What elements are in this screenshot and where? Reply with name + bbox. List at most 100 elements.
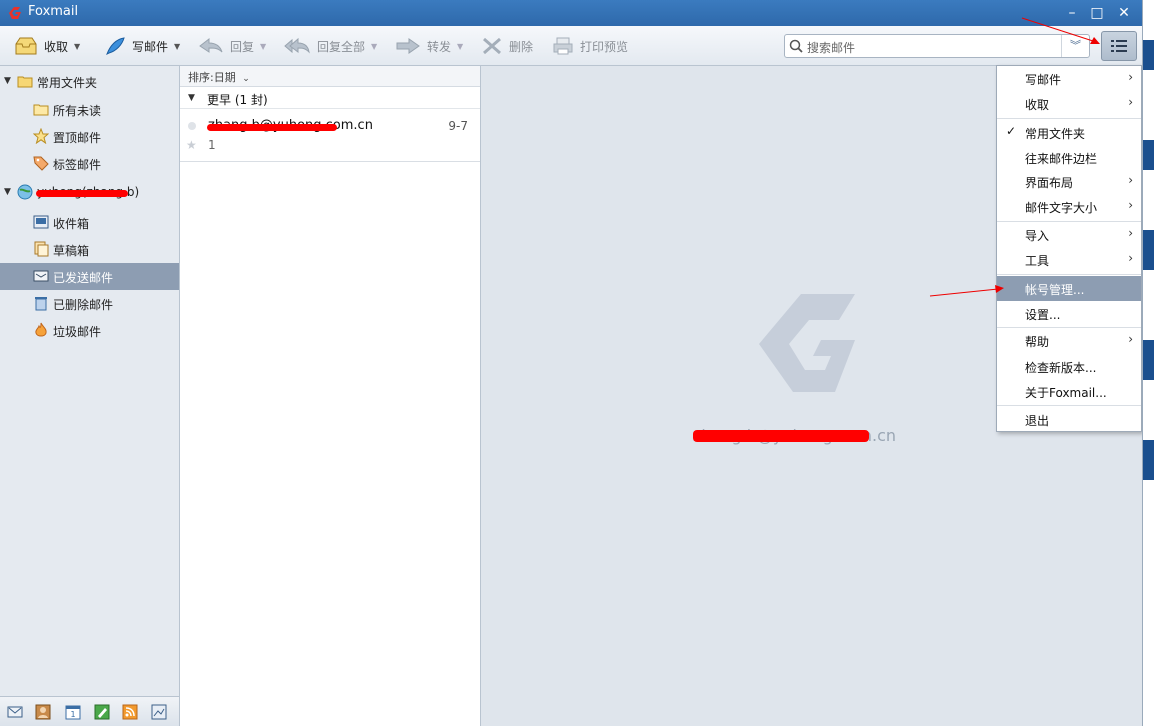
menu-item-account-management[interactable]: 帐号管理... xyxy=(997,276,1141,301)
star-icon[interactable]: ★ xyxy=(186,138,197,152)
folder-deleted[interactable]: 已删除邮件 xyxy=(0,290,179,317)
mail-list-pane: 排序:日期 ⌄ ▼ 更早 (1 封) zhang.b@yuhong.com.cn… xyxy=(180,66,481,726)
chevron-right-icon: › xyxy=(1128,70,1133,84)
notes-icon[interactable] xyxy=(94,704,110,720)
menu-item-help[interactable]: 帮助 › xyxy=(997,328,1141,353)
reply-button[interactable]: 回复 ▼ xyxy=(198,26,266,66)
compose-button[interactable]: 写邮件 ▼ xyxy=(104,26,180,66)
collapse-arrow-icon[interactable]: ▼ xyxy=(188,93,195,103)
window-title: Foxmail xyxy=(28,4,79,19)
menu-divider xyxy=(997,118,1141,119)
trash-icon xyxy=(35,297,47,311)
receive-label: 收取 xyxy=(44,39,69,54)
reply-arrow-icon xyxy=(199,37,223,53)
compose-label: 写邮件 xyxy=(132,39,169,54)
menu-item-common-folders[interactable]: ✓ 常用文件夹 xyxy=(997,120,1141,145)
folder-pinned[interactable]: 置顶邮件 xyxy=(0,123,179,150)
close-button[interactable]: ✕ xyxy=(1114,3,1134,23)
menu-item-check-update[interactable]: 检查新版本... xyxy=(997,354,1141,379)
menu-item-import[interactable]: 导入 › xyxy=(997,222,1141,247)
folder-sent[interactable]: 已发送邮件 xyxy=(0,263,179,290)
menu-item-compose[interactable]: 写邮件 › xyxy=(997,66,1141,91)
delete-x-icon xyxy=(483,37,501,55)
module-switcher-bar: 1 xyxy=(0,696,179,726)
search-options-chevron-icon[interactable]: ︾ xyxy=(1061,35,1089,57)
reply-all-arrow-icon xyxy=(284,37,310,54)
chevron-down-icon[interactable]: ▼ xyxy=(457,42,463,51)
forward-label: 转发 xyxy=(427,39,452,54)
chevron-right-icon: › xyxy=(1128,226,1133,240)
sort-selector[interactable]: 排序:日期 ⌄ xyxy=(180,66,480,87)
mail-date: 9-7 xyxy=(448,119,468,133)
expand-arrow-icon[interactable]: ▼ xyxy=(4,76,11,86)
menu-item-text-size[interactable]: 邮件文字大小 › xyxy=(997,194,1141,219)
folder-tagged[interactable]: 标签邮件 xyxy=(0,150,179,177)
folder-label: 置顶邮件 xyxy=(53,131,102,145)
menu-item-label: 收取 xyxy=(1025,98,1050,112)
mail-module-icon[interactable] xyxy=(7,704,23,720)
list-menu-icon xyxy=(1111,40,1127,52)
mail-item[interactable]: zhang.b@yuhong.com.cn 9-7 ★ 1 xyxy=(180,110,480,162)
menu-item-about[interactable]: 关于Foxmail... xyxy=(997,379,1141,404)
search-input[interactable]: 搜索邮件 xyxy=(807,39,855,56)
folder-all-unread[interactable]: 所有未读 xyxy=(0,96,179,123)
redaction-scribble xyxy=(693,430,869,442)
unread-dot-icon[interactable] xyxy=(188,122,196,130)
folder-pane: ▼ 常用文件夹 所有未读 置顶邮件 标签邮件 ▼ yuhong(zhang.b)… xyxy=(0,66,180,726)
menu-item-exit[interactable]: 退出 xyxy=(997,407,1141,432)
menu-item-label: 写邮件 xyxy=(1025,73,1062,87)
folder-icon xyxy=(17,76,33,88)
chevron-down-icon[interactable]: ▼ xyxy=(371,42,377,51)
search-box[interactable]: 搜索邮件 ︾ xyxy=(784,34,1090,58)
rss-icon[interactable] xyxy=(122,704,138,720)
redaction-scribble xyxy=(207,124,337,131)
folder-drafts[interactable]: 草稿箱 xyxy=(0,236,179,263)
menu-item-settings[interactable]: 设置... xyxy=(997,301,1141,326)
receive-button[interactable]: 收取 ▼ xyxy=(14,26,80,66)
expand-arrow-icon[interactable]: ▼ xyxy=(4,187,11,197)
folder-label: 标签邮件 xyxy=(53,158,102,172)
calendar-icon[interactable]: 1 xyxy=(65,704,81,720)
inbox-tray-icon xyxy=(15,37,37,55)
star-icon xyxy=(33,128,49,144)
account-row[interactable]: ▼ yuhong(zhang.b) xyxy=(0,179,179,206)
print-preview-button[interactable]: 打印预览 xyxy=(552,26,628,66)
minimize-button[interactable]: – xyxy=(1062,3,1082,23)
folder-label: 草稿箱 xyxy=(53,244,90,258)
menu-item-label: 界面布局 xyxy=(1025,176,1074,190)
folder-group-label: 常用文件夹 xyxy=(37,76,98,90)
folder-group-common[interactable]: ▼ 常用文件夹 xyxy=(0,68,179,95)
forward-button[interactable]: 转发 ▼ xyxy=(395,26,463,66)
folder-inbox[interactable]: 收件箱 xyxy=(0,209,179,236)
chevron-right-icon: › xyxy=(1128,332,1133,346)
main-menu-button[interactable] xyxy=(1101,31,1137,61)
reply-all-button[interactable]: 回复全部 ▼ xyxy=(283,26,377,66)
chevron-right-icon: › xyxy=(1128,198,1133,212)
folder-junk[interactable]: 垃圾邮件 xyxy=(0,317,179,344)
chevron-down-icon[interactable]: ▼ xyxy=(74,42,80,51)
chevron-down-icon[interactable]: ▼ xyxy=(174,42,180,51)
tag-icon xyxy=(33,156,49,171)
menu-item-tools[interactable]: 工具 › xyxy=(997,247,1141,272)
menu-item-contacts-sidebar[interactable]: 往来邮件边栏 xyxy=(997,145,1141,170)
chevron-right-icon: › xyxy=(1128,173,1133,187)
chevron-right-icon: › xyxy=(1128,251,1133,265)
menu-item-receive[interactable]: 收取 › xyxy=(997,91,1141,116)
menu-item-label: 常用文件夹 xyxy=(1025,127,1086,141)
contacts-icon[interactable] xyxy=(35,704,51,720)
toolbar: 收取 ▼ 写邮件 ▼ 回复 ▼ 回复全部 ▼ 转发 ▼ 删除 打印预览 搜索邮件… xyxy=(0,26,1142,66)
maximize-button[interactable]: □ xyxy=(1087,3,1107,23)
mail-group-header[interactable]: ▼ 更早 (1 封) xyxy=(180,87,480,109)
redaction-scribble xyxy=(36,190,128,197)
folder-label: 已删除邮件 xyxy=(53,298,114,312)
menu-item-label: 设置... xyxy=(1025,308,1061,322)
delete-button[interactable]: 删除 xyxy=(481,26,533,66)
checkmark-icon: ✓ xyxy=(1006,124,1017,138)
menu-item-layout[interactable]: 界面布局 › xyxy=(997,169,1141,194)
image-module-icon[interactable] xyxy=(151,704,167,720)
reply-label: 回复 xyxy=(230,39,255,54)
background-window-edge xyxy=(1143,0,1154,726)
foxmail-watermark-logo-icon xyxy=(759,294,855,392)
search-icon xyxy=(789,39,803,53)
chevron-down-icon[interactable]: ▼ xyxy=(260,42,266,51)
